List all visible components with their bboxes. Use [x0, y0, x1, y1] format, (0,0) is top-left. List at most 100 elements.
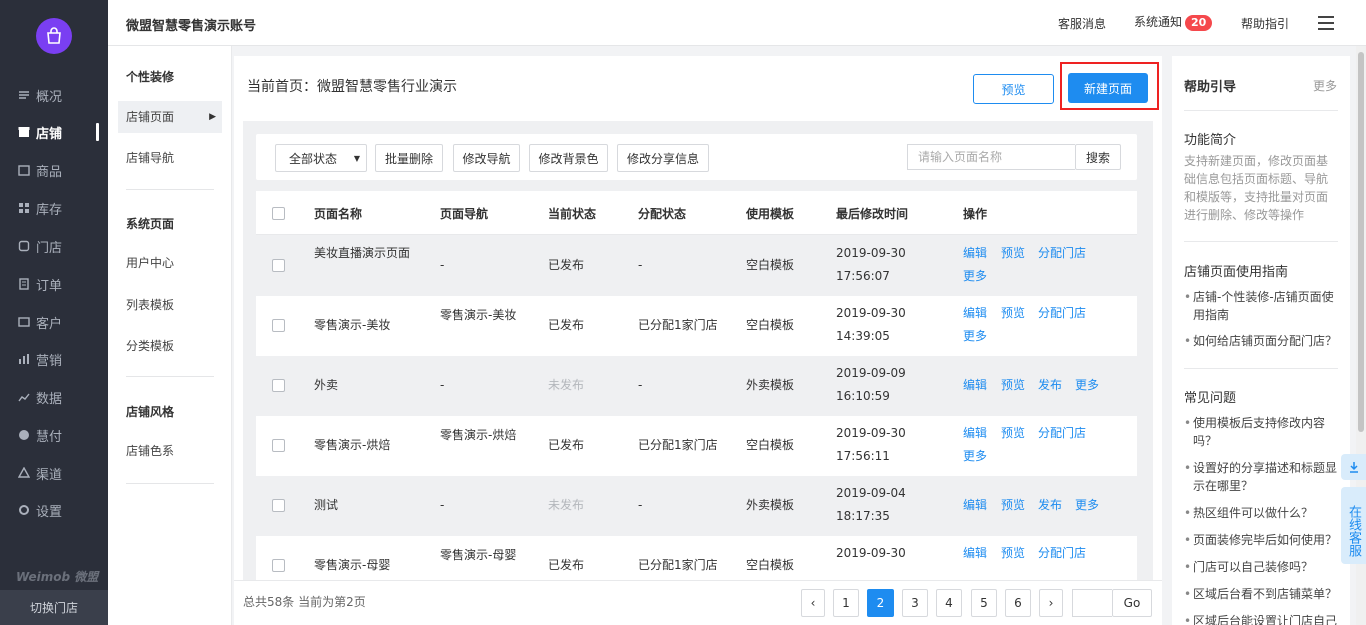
- nav-item-marketing[interactable]: 营销: [0, 344, 108, 374]
- page-button-1[interactable]: 1: [833, 589, 859, 617]
- faq-link[interactable]: 设置好的分享描述和标题显示在哪里？: [1184, 459, 1342, 495]
- row-checkbox[interactable]: [272, 259, 285, 272]
- settings-icon: [18, 504, 30, 516]
- page-button-6[interactable]: 6: [1005, 589, 1031, 617]
- system-notice-link[interactable]: 系统通知 20: [1134, 13, 1213, 31]
- edit-link[interactable]: 编辑: [963, 542, 987, 565]
- publish-link[interactable]: 发布: [1038, 494, 1062, 517]
- nav-item-settings[interactable]: 设置: [0, 495, 108, 525]
- preview-link[interactable]: 预览: [1001, 422, 1025, 445]
- go-button[interactable]: Go: [1112, 589, 1152, 617]
- edit-link[interactable]: 编辑: [963, 422, 987, 445]
- edit-bg-button[interactable]: 修改背景色: [529, 144, 608, 172]
- edit-link[interactable]: 编辑: [963, 242, 987, 265]
- row-checkbox[interactable]: [272, 379, 285, 392]
- nav-item-overview[interactable]: 概况: [0, 80, 108, 110]
- scrollbar-thumb[interactable]: [1358, 52, 1364, 432]
- sub-item-user-center[interactable]: 用户中心: [118, 247, 222, 279]
- select-all-checkbox[interactable]: [272, 207, 285, 220]
- download-float-button[interactable]: [1341, 454, 1366, 480]
- template: 空白模板: [746, 318, 795, 332]
- menu-icon[interactable]: [1318, 16, 1334, 30]
- nav-item-pay[interactable]: 慧付: [0, 420, 108, 450]
- nav-item-shop[interactable]: 门店: [0, 231, 108, 261]
- faq-link[interactable]: 区域后台看不到店铺菜单？: [1184, 585, 1342, 603]
- sub-item-list-template[interactable]: 列表模板: [118, 289, 222, 321]
- sub-item-store-color[interactable]: 店铺色系: [118, 435, 222, 467]
- col-ops: 操作: [963, 207, 988, 221]
- next-page-button[interactable]: ›: [1039, 589, 1063, 617]
- guide-link[interactable]: 如何给店铺页面分配门店？: [1184, 332, 1342, 350]
- publish-link[interactable]: 发布: [1038, 374, 1062, 397]
- new-page-button[interactable]: 新建页面: [1068, 73, 1148, 103]
- page-button-4[interactable]: 4: [936, 589, 962, 617]
- row-checkbox[interactable]: [272, 559, 285, 572]
- prev-page-button[interactable]: ‹: [801, 589, 825, 617]
- nav-item-store[interactable]: 店铺: [0, 117, 108, 147]
- preview-link[interactable]: 预览: [1001, 374, 1025, 397]
- row-checkbox[interactable]: [272, 499, 285, 512]
- assign-status: 已分配1家门店: [638, 318, 718, 332]
- faq-link[interactable]: 页面装修完毕后如何使用？: [1184, 531, 1342, 549]
- help-guide-link[interactable]: 帮助指引: [1241, 15, 1289, 32]
- sub-section-title: 个性装修: [126, 70, 175, 84]
- service-message-link[interactable]: 客服消息: [1058, 15, 1106, 32]
- app-logo-icon[interactable]: [36, 18, 72, 54]
- assign-status: -: [638, 258, 643, 272]
- edit-nav-button[interactable]: 修改导航: [453, 144, 520, 172]
- edit-link[interactable]: 编辑: [963, 374, 987, 397]
- page-name-search-input[interactable]: [907, 144, 1075, 170]
- row-checkbox[interactable]: [272, 439, 285, 452]
- col-nav: 页面导航: [440, 207, 489, 221]
- preview-link[interactable]: 预览: [1001, 494, 1025, 517]
- sub-item-store-nav[interactable]: 店铺导航: [118, 142, 222, 174]
- current-homepage: 当前首页：微盟智慧零售行业演示: [247, 79, 457, 95]
- edit-link[interactable]: 编辑: [963, 302, 987, 325]
- nav-item-inventory[interactable]: 库存: [0, 193, 108, 223]
- sub-item-store-page[interactable]: 店铺页面 ▶: [118, 101, 222, 133]
- guide-link[interactable]: 店铺-个性装修-店铺页面使用指南: [1184, 288, 1342, 324]
- preview-link[interactable]: 预览: [1001, 242, 1025, 265]
- modified-date: 2019-09-30: [836, 306, 906, 320]
- faq-link[interactable]: 使用模板后支持修改内容吗？: [1184, 414, 1342, 450]
- page-button-2[interactable]: 2: [867, 589, 894, 617]
- edit-share-button[interactable]: 修改分享信息: [617, 144, 709, 172]
- customer-icon: [18, 316, 30, 328]
- nav-item-customer[interactable]: 客户: [0, 307, 108, 337]
- page-button-5[interactable]: 5: [971, 589, 997, 617]
- faq-link[interactable]: 区域后台能设置让门店自己: [1184, 612, 1342, 625]
- more-link[interactable]: 更多: [963, 265, 987, 288]
- edit-link[interactable]: 编辑: [963, 494, 987, 517]
- nav-item-goods[interactable]: 商品: [0, 155, 108, 185]
- page-button-3[interactable]: 3: [902, 589, 928, 617]
- preview-link[interactable]: 预览: [1001, 302, 1025, 325]
- assign-store-link[interactable]: 分配门店: [1038, 542, 1086, 565]
- marketing-icon: [18, 353, 30, 365]
- more-link[interactable]: 更多: [1075, 374, 1099, 397]
- faq-link[interactable]: 门店可以自己装修吗？: [1184, 558, 1342, 576]
- status-select[interactable]: 全部状态 ▼: [275, 144, 367, 172]
- page-jump-input[interactable]: [1072, 589, 1112, 617]
- faq-link[interactable]: 热区组件可以做什么？: [1184, 504, 1342, 522]
- search-button[interactable]: 搜索: [1075, 144, 1121, 170]
- nav-item-order[interactable]: 订单: [0, 269, 108, 299]
- batch-delete-button[interactable]: 批量删除: [375, 144, 443, 172]
- help-title: 帮助引导: [1184, 80, 1237, 95]
- row-checkbox[interactable]: [272, 319, 285, 332]
- template: 空白模板: [746, 258, 795, 272]
- assign-store-link[interactable]: 分配门店: [1038, 422, 1086, 445]
- more-link[interactable]: 更多: [963, 325, 987, 348]
- help-more-link[interactable]: 更多: [1313, 77, 1337, 94]
- online-service-button[interactable]: 在线客服: [1341, 487, 1366, 564]
- nav-item-data[interactable]: 数据: [0, 382, 108, 412]
- switch-store-button[interactable]: 切换门店: [0, 590, 108, 625]
- assign-store-link[interactable]: 分配门店: [1038, 302, 1086, 325]
- more-link[interactable]: 更多: [963, 445, 987, 468]
- channel-icon: [18, 467, 30, 479]
- preview-button[interactable]: 预览: [973, 74, 1054, 104]
- sub-item-category-template[interactable]: 分类模板: [118, 330, 222, 362]
- nav-item-channel[interactable]: 渠道: [0, 458, 108, 488]
- more-link[interactable]: 更多: [1075, 494, 1099, 517]
- assign-store-link[interactable]: 分配门店: [1038, 242, 1086, 265]
- preview-link[interactable]: 预览: [1001, 542, 1025, 565]
